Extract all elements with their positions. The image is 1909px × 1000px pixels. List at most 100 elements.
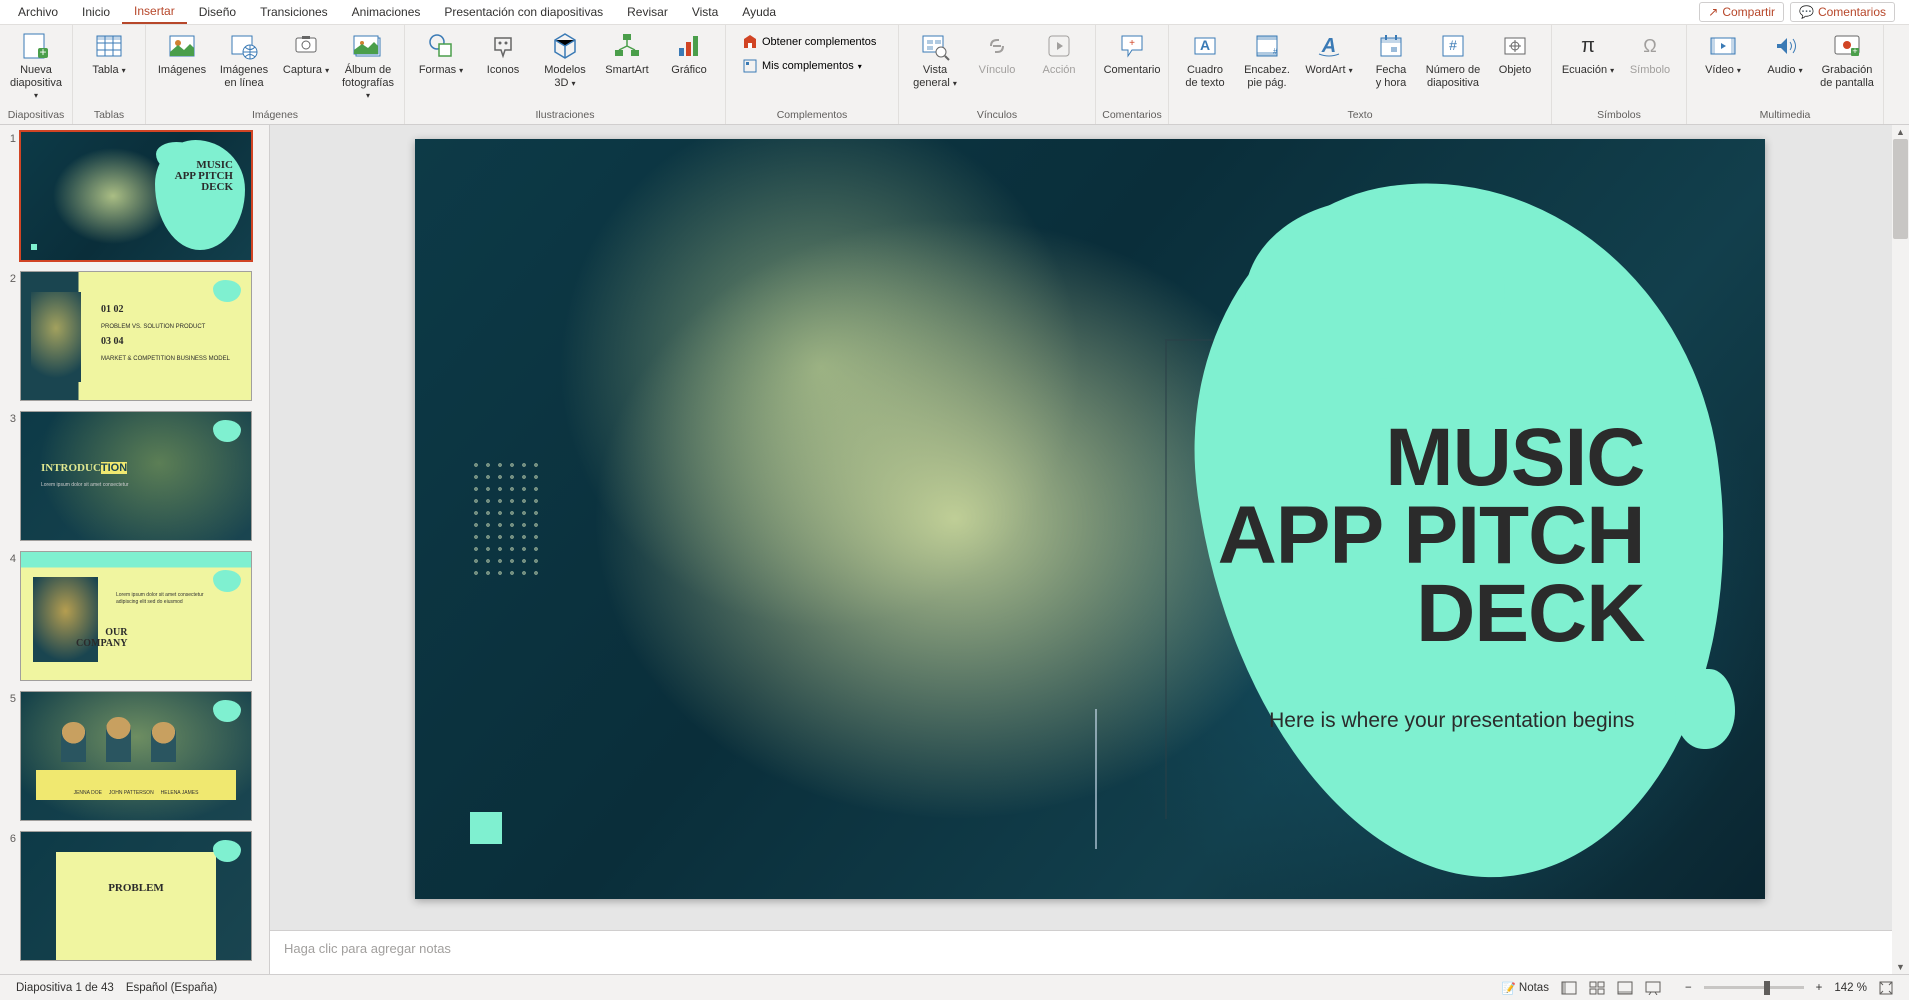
new-slide-button[interactable]: +Nuevadiapositiva ▾	[6, 27, 66, 105]
object-icon	[1499, 30, 1531, 62]
myaddins-icon	[742, 58, 758, 74]
slidenum-icon: #	[1437, 30, 1469, 62]
notes-toggle[interactable]: 📝 Notas	[1496, 978, 1555, 998]
tab-ayuda[interactable]: Ayuda	[730, 1, 788, 23]
svg-text:π: π	[1581, 35, 1595, 57]
screenshot-button[interactable]: Captura ▾	[276, 27, 336, 80]
corner-square	[470, 812, 502, 844]
shapes-button[interactable]: Formas ▾	[411, 27, 471, 80]
slidenum-button[interactable]: #Número dediapositiva	[1423, 27, 1483, 92]
audio-button[interactable]: Audio ▾	[1755, 27, 1815, 80]
symbol-button: ΩSímbolo	[1620, 27, 1680, 80]
equation-button[interactable]: πEcuación ▾	[1558, 27, 1618, 80]
ribbon-group: ImágenesImágenesen líneaCaptura ▾Álbum d…	[146, 25, 405, 124]
svg-text:+: +	[1129, 38, 1135, 49]
zoom-in-button[interactable]: +	[1810, 979, 1829, 997]
language-selector[interactable]: Español (España)	[120, 979, 223, 997]
zoom-out-button[interactable]: −	[1679, 979, 1698, 997]
textbox-button[interactable]: ACuadrode texto	[1175, 27, 1235, 92]
screenshot-icon	[290, 30, 322, 62]
ribbon-group: Formas ▾IconosModelos3D ▾SmartArtGráfico…	[405, 25, 726, 124]
object-button[interactable]: Objeto	[1485, 27, 1545, 80]
blob-shape-tiny	[1675, 669, 1735, 749]
group-label: Ilustraciones	[536, 107, 595, 124]
svg-text:Ω: Ω	[1643, 36, 1656, 56]
group-label: Vínculos	[977, 107, 1017, 124]
slide-title[interactable]: MUSIC APP PITCH DECK	[1125, 419, 1645, 653]
album-button[interactable]: Álbum defotografías ▾	[338, 27, 398, 105]
ribbon-group: πEcuación ▾ΩSímboloSímbolos	[1552, 25, 1687, 124]
view-normal-icon[interactable]	[1555, 978, 1583, 998]
ribbon-group: Tabla ▾Tablas	[73, 25, 146, 124]
scroll-down-icon[interactable]: ▼	[1894, 962, 1907, 972]
svg-text:+: +	[1852, 46, 1857, 56]
scrollbar-vertical[interactable]: ▲ ▼	[1892, 125, 1909, 974]
tab-transiciones[interactable]: Transiciones	[248, 1, 340, 23]
notes-pane[interactable]: Haga clic para agregar notas	[270, 930, 1909, 974]
tab-vista[interactable]: Vista	[680, 1, 730, 23]
video-button[interactable]: Vídeo ▾	[1693, 27, 1753, 80]
zoom-level[interactable]: 142 %	[1828, 979, 1873, 997]
3d-button[interactable]: Modelos3D ▾	[535, 27, 595, 92]
group-label: Texto	[1347, 107, 1372, 124]
ribbon: +Nuevadiapositiva ▾DiapositivasTabla ▾Ta…	[0, 25, 1909, 125]
group-label: Imágenes	[252, 107, 298, 124]
date-button[interactable]: Fechay hora	[1361, 27, 1421, 92]
store-button[interactable]: Obtener complementos	[736, 31, 888, 53]
slide-thumbnail-4[interactable]: OURCOMPANYLorem ipsum dolor sit amet con…	[20, 551, 252, 681]
blob-shape-small	[1245, 199, 1505, 379]
link-icon	[981, 30, 1013, 62]
smartart-button[interactable]: SmartArt	[597, 27, 657, 80]
chart-button[interactable]: Gráfico	[659, 27, 719, 80]
header-button[interactable]: #Encabez.pie pág.	[1237, 27, 1297, 92]
ribbon-group: Vistageneral ▾VínculoAcciónVínculos	[899, 25, 1096, 124]
slide-counter[interactable]: Diapositiva 1 de 43	[10, 979, 120, 997]
scroll-thumb[interactable]	[1893, 139, 1908, 239]
slide-thumbnail-5[interactable]: JENNA DOE JOHN PATTERSON HELENA JAMES	[20, 691, 252, 821]
myaddins-button[interactable]: Mis complementos ▾	[736, 55, 888, 77]
screenrec-button[interactable]: +Grabaciónde pantalla	[1817, 27, 1877, 92]
zoom-slider[interactable]	[1704, 986, 1804, 989]
view-slideshow-icon[interactable]	[1639, 978, 1667, 998]
view-sorter-icon[interactable]	[1583, 978, 1611, 998]
wordart-icon: A	[1313, 30, 1345, 62]
images-button[interactable]: Imágenes	[152, 27, 212, 80]
thumb-number: 4	[0, 551, 20, 681]
table-button[interactable]: Tabla ▾	[79, 27, 139, 80]
images-online-button[interactable]: Imágenesen línea	[214, 27, 274, 92]
slide-thumbnail-6[interactable]: PROBLEM	[20, 831, 252, 961]
action-button: Acción	[1029, 27, 1089, 80]
smartart-icon	[611, 30, 643, 62]
zoom-button[interactable]: Vistageneral ▾	[905, 27, 965, 92]
scroll-up-icon[interactable]: ▲	[1894, 127, 1907, 137]
fit-window-icon[interactable]	[1873, 978, 1899, 998]
tab-revisar[interactable]: Revisar	[615, 1, 680, 23]
tab-diseno[interactable]: Diseño	[187, 1, 248, 23]
svg-text:#: #	[1449, 37, 1457, 53]
icons-button[interactable]: Iconos	[473, 27, 533, 80]
icons-icon	[487, 30, 519, 62]
tab-inicio[interactable]: Inicio	[70, 1, 122, 23]
share-button[interactable]: ↗Compartir	[1699, 2, 1784, 22]
svg-text:A: A	[1200, 37, 1210, 53]
slide-thumbnails[interactable]: 1MUSICAPP PITCHDECK201 02PROBLEM VS. SOL…	[0, 125, 270, 974]
slide-thumbnail-2[interactable]: 01 02PROBLEM VS. SOLUTION PRODUCT03 04MA…	[20, 271, 252, 401]
tab-animaciones[interactable]: Animaciones	[340, 1, 433, 23]
equation-icon: π	[1572, 30, 1604, 62]
textbox-icon: A	[1189, 30, 1221, 62]
slide-canvas[interactable]: MUSIC APP PITCH DECK Here is where your …	[415, 139, 1765, 899]
svg-text:+: +	[39, 45, 46, 59]
slide-thumbnail-1[interactable]: MUSICAPP PITCHDECK	[20, 131, 252, 261]
comment-button[interactable]: +Comentario	[1102, 27, 1162, 80]
comments-button[interactable]: 💬Comentarios	[1790, 2, 1895, 22]
tab-presentacion[interactable]: Presentación con diapositivas	[432, 1, 615, 23]
slide-thumbnail-3[interactable]: INTRODUCTIONLorem ipsum dolor sit amet c…	[20, 411, 252, 541]
ribbon-group: +ComentarioComentarios	[1096, 25, 1169, 124]
slide-subtitle[interactable]: Here is where your presentation begins	[1269, 709, 1634, 733]
view-reading-icon[interactable]	[1611, 978, 1639, 998]
tab-archivo[interactable]: Archivo	[6, 1, 70, 23]
wordart-button[interactable]: AWordArt ▾	[1299, 27, 1359, 80]
tab-insertar[interactable]: Insertar	[122, 0, 187, 24]
slide-canvas-area[interactable]: MUSIC APP PITCH DECK Here is where your …	[270, 125, 1909, 930]
thumb-number: 3	[0, 411, 20, 541]
